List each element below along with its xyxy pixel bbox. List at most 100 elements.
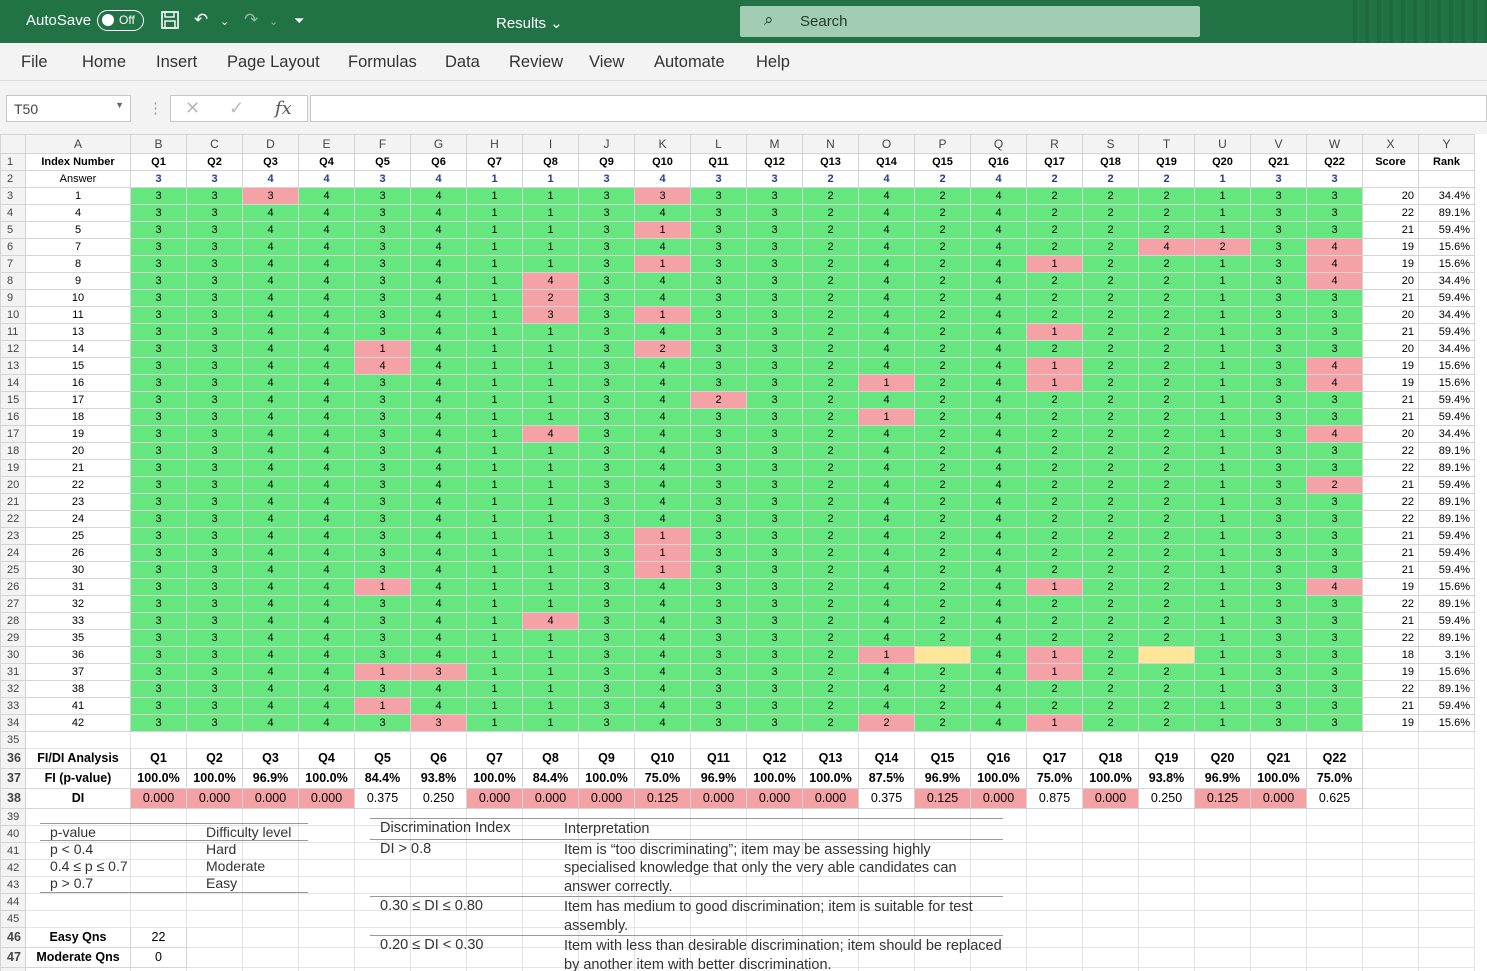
response-cell[interactable]: 2 — [1082, 595, 1139, 613]
response-cell[interactable]: 4 — [970, 459, 1027, 477]
response-cell[interactable]: 3 — [130, 510, 187, 528]
response-cell[interactable]: 1 — [466, 442, 523, 460]
response-cell[interactable]: 1 — [522, 476, 579, 494]
response-cell[interactable]: 2 — [1082, 663, 1139, 681]
response-cell[interactable]: 4 — [410, 289, 467, 307]
response-cell[interactable]: 4 — [242, 612, 299, 630]
response-cell[interactable]: 3 — [1306, 561, 1363, 579]
question-header[interactable]: Q20 — [1194, 748, 1251, 769]
response-cell[interactable]: 4 — [242, 578, 299, 596]
response-cell[interactable]: 3 — [1250, 459, 1307, 477]
score-cell[interactable]: 22 — [1362, 459, 1419, 477]
response-cell[interactable]: 3 — [578, 442, 635, 460]
response-cell[interactable]: 3 — [1306, 510, 1363, 528]
cell[interactable] — [242, 927, 299, 948]
response-cell[interactable]: 2 — [1082, 374, 1139, 392]
response-cell[interactable]: 4 — [410, 272, 467, 290]
fi-value[interactable]: 96.9% — [1194, 768, 1251, 789]
di-value[interactable]: 0.375 — [354, 788, 411, 809]
cell[interactable] — [1138, 947, 1195, 968]
cell[interactable] — [1250, 876, 1307, 894]
response-cell[interactable]: 3 — [1250, 442, 1307, 460]
response-cell[interactable]: 3 — [1250, 238, 1307, 256]
index-number-cell[interactable]: 23 — [25, 493, 131, 511]
response-cell[interactable]: 2 — [1082, 697, 1139, 715]
response-cell[interactable]: 4 — [634, 680, 691, 698]
response-cell[interactable]: 4 — [242, 476, 299, 494]
cell[interactable] — [242, 967, 299, 971]
cell[interactable] — [1362, 967, 1419, 971]
cell[interactable] — [1306, 967, 1363, 971]
response-cell[interactable]: 3 — [130, 340, 187, 358]
response-cell[interactable]: 3 — [1306, 493, 1363, 511]
response-cell[interactable]: 1 — [466, 476, 523, 494]
response-cell[interactable]: 3 — [578, 663, 635, 681]
response-cell[interactable]: 2 — [1082, 255, 1139, 273]
response-cell[interactable]: 1 — [1194, 714, 1251, 732]
response-cell[interactable]: 2 — [914, 238, 971, 256]
cell[interactable] — [1306, 927, 1363, 948]
response-cell[interactable]: 4 — [242, 323, 299, 341]
response-cell[interactable]: 2 — [1026, 697, 1083, 715]
document-title[interactable]: Results ⌄ — [496, 14, 563, 32]
column-header-T[interactable]: T — [1138, 134, 1195, 154]
response-cell[interactable]: 2 — [1082, 187, 1139, 205]
answer-key-cell[interactable]: 1 — [522, 170, 579, 188]
cell[interactable] — [1418, 768, 1475, 789]
response-cell[interactable]: 4 — [410, 442, 467, 460]
response-cell[interactable]: 2 — [802, 306, 859, 324]
response-cell[interactable]: 1 — [466, 680, 523, 698]
response-cell[interactable]: 3 — [578, 714, 635, 732]
cell[interactable] — [1306, 910, 1363, 928]
response-cell[interactable]: 3 — [746, 255, 803, 273]
response-cell[interactable]: 2 — [1082, 527, 1139, 545]
row-header[interactable]: 7 — [0, 255, 26, 273]
response-cell[interactable]: 1 — [522, 323, 579, 341]
rank-cell[interactable]: 59.4% — [1418, 612, 1475, 630]
row-header[interactable]: 38 — [0, 788, 26, 809]
response-cell[interactable]: 2 — [1138, 374, 1195, 392]
response-cell[interactable]: 4 — [354, 357, 411, 375]
response-cell[interactable]: 1 — [858, 408, 915, 426]
response-cell[interactable]: 3 — [746, 714, 803, 732]
response-cell[interactable]: 3 — [578, 391, 635, 409]
row-header[interactable]: 36 — [0, 748, 26, 769]
drag-handle-icon[interactable]: ⋮ — [148, 99, 163, 117]
answer-key-cell[interactable]: 2 — [1082, 170, 1139, 188]
rank-cell[interactable]: 15.6% — [1418, 374, 1475, 392]
response-cell[interactable]: 2 — [1138, 357, 1195, 375]
response-cell[interactable] — [1138, 646, 1195, 664]
fi-value[interactable]: 100.0% — [130, 768, 187, 789]
response-cell[interactable]: 4 — [970, 612, 1027, 630]
response-cell[interactable]: 3 — [186, 595, 243, 613]
header-cell[interactable]: Q11 — [690, 153, 747, 171]
response-cell[interactable]: 3 — [1250, 578, 1307, 596]
cell[interactable] — [130, 893, 187, 911]
response-cell[interactable]: 3 — [354, 680, 411, 698]
row-header[interactable]: 3 — [0, 187, 26, 205]
row-header[interactable]: 35 — [0, 731, 26, 749]
cell[interactable] — [1362, 910, 1419, 928]
response-cell[interactable]: 4 — [970, 663, 1027, 681]
column-header-X[interactable]: X — [1362, 134, 1419, 154]
response-cell[interactable]: 1 — [522, 391, 579, 409]
cell[interactable] — [25, 731, 131, 749]
column-header-A[interactable]: A — [25, 134, 131, 154]
response-cell[interactable]: 1 — [1026, 357, 1083, 375]
response-cell[interactable]: 4 — [970, 561, 1027, 579]
rank-cell[interactable]: 59.4% — [1418, 476, 1475, 494]
response-cell[interactable]: 3 — [354, 323, 411, 341]
response-cell[interactable]: 4 — [970, 391, 1027, 409]
response-cell[interactable]: 4 — [1306, 425, 1363, 443]
response-cell[interactable]: 4 — [298, 561, 355, 579]
response-cell[interactable]: 3 — [1250, 493, 1307, 511]
response-cell[interactable]: 4 — [970, 544, 1027, 562]
cell[interactable] — [298, 910, 355, 928]
column-header-M[interactable]: M — [746, 134, 803, 154]
response-cell[interactable]: 3 — [1250, 561, 1307, 579]
response-cell[interactable]: 1 — [1194, 527, 1251, 545]
di-label[interactable]: DI — [25, 788, 131, 809]
cell[interactable] — [298, 927, 355, 948]
response-cell[interactable]: 4 — [970, 289, 1027, 307]
row-header[interactable]: 18 — [0, 442, 26, 460]
